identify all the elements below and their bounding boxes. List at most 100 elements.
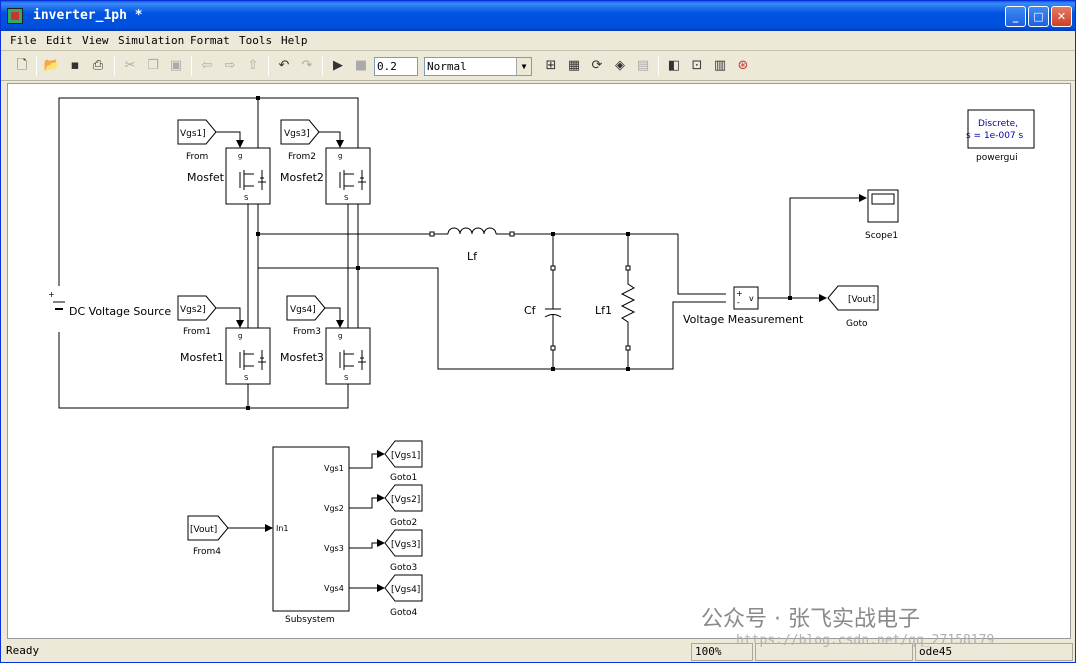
menu-file[interactable]: File [10,34,37,47]
print-icon[interactable]: ⎙ [89,57,107,75]
maximize-button[interactable]: □ [1028,6,1049,27]
menu-edit[interactable]: Edit [46,34,73,47]
svg-text:Vgs3: Vgs3 [324,544,344,553]
minimize-button[interactable]: _ [1005,6,1026,27]
stop-icon[interactable]: ■ [352,57,370,75]
svg-text:Vgs3]: Vgs3] [284,129,310,139]
save-icon[interactable]: ▪ [66,57,84,75]
svg-text:+: + [48,290,55,299]
svg-text:S: S [344,374,349,382]
menu-view[interactable]: View [82,34,109,47]
svg-text:Vgs2]: Vgs2] [180,305,206,315]
svg-text:Goto3: Goto3 [390,563,417,573]
signal-lines [758,194,867,302]
svg-text:Subsystem: Subsystem [285,615,335,625]
sim-mode-select[interactable]: Normal ▼ [424,57,532,76]
menu-tools[interactable]: Tools [239,34,272,47]
chevron-down-icon[interactable]: ▼ [516,58,531,75]
svg-text:Mosfet: Mosfet [187,171,225,184]
run-icon[interactable]: ▶ [329,57,347,75]
stop-time-input[interactable]: 0.2 [374,57,418,76]
svg-text:Vgs4]: Vgs4] [290,305,316,315]
status-text: Ready [6,644,40,657]
svg-text:Mosfet2: Mosfet2 [280,171,324,184]
model-browser-icon[interactable]: ▥ [711,57,729,75]
sim-target-icon[interactable]: ◧ [665,57,683,75]
powergui-block[interactable]: Discrete, s = 1e-007 s powergui [966,109,1035,163]
dc-voltage-source[interactable]: + DC Voltage Source [48,290,171,318]
svg-text:S: S [244,374,249,382]
new-icon[interactable]: 🗋 [13,57,31,75]
close-button[interactable]: ✕ [1051,6,1072,27]
svg-text:Lf: Lf [467,250,478,263]
title-bar[interactable]: inverter_1ph * _ □ ✕ [1,1,1075,31]
svg-text:Goto4: Goto4 [390,608,418,618]
sim-mode-value: Normal [427,60,467,73]
record-icon[interactable]: ⊛ [734,57,752,75]
open-icon[interactable]: 📂 [43,57,61,75]
undo-icon[interactable]: ↶ [275,57,293,75]
goto2-block[interactable]: [Vgs2] Goto2 [384,484,423,528]
svg-text:From1: From1 [183,327,211,337]
app-window: inverter_1ph * _ □ ✕ File Edit View Simu… [0,0,1076,663]
svg-text:g: g [338,332,342,340]
capacitor-cf[interactable]: Cf [524,265,562,351]
copy-icon[interactable]: ❐ [144,57,162,75]
svg-text:Vgs1]: Vgs1] [180,129,206,139]
subsystem-output-lines [349,450,385,592]
svg-text:[Vout]: [Vout] [190,525,217,535]
goto-vout-block[interactable]: [Vout] Goto [827,285,879,329]
menu-simulation[interactable]: Simulation [118,34,184,47]
goto1-block[interactable]: [Vgs1] Goto1 [384,440,423,483]
build-icon[interactable]: ⊞ [542,57,560,75]
svg-text:Discrete,: Discrete, [978,119,1018,129]
model-explorer-icon[interactable]: ◈ [611,57,629,75]
svg-text:Scope1: Scope1 [865,231,898,241]
svg-text:Vgs1: Vgs1 [324,464,344,473]
svg-text:s = 1e-007 s: s = 1e-007 s [966,131,1024,141]
toolbar: 🗋 📂 ▪ ⎙ ✂ ❐ ▣ ⇦ ⇨ ⇧ ↶ ↷ ▶ ■ ⊞ ▦ ⟳ ◈ ▤ ◧ … [1,52,1075,81]
svg-text:Mosfet1: Mosfet1 [180,351,224,364]
svg-text:In1: In1 [276,524,289,533]
svg-text:powergui: powergui [976,153,1018,163]
up-icon[interactable]: ⇧ [244,57,262,75]
resistor-lf1[interactable]: Lf1 [595,265,636,351]
scope1-block[interactable]: Scope1 [865,189,899,241]
from4-block[interactable]: [Vout] From4 [187,515,273,557]
goto3-block[interactable]: [Vgs3] Goto3 [384,529,423,573]
library-icon[interactable]: ▦ [565,57,583,75]
back-icon[interactable]: ⇦ [198,57,216,75]
window-title: inverter_1ph * [33,8,143,23]
redo-icon[interactable]: ↷ [298,57,316,75]
svg-text:Goto1: Goto1 [390,473,417,483]
svg-text:Voltage Measurement: Voltage Measurement [683,313,804,326]
svg-text:v: v [749,294,754,303]
menu-help[interactable]: Help [281,34,308,47]
menu-bar: File Edit View Simulation Format Tools H… [1,31,1075,51]
voltage-measurement-block[interactable]: + - v Voltage Measurement [683,286,804,326]
svg-text:Goto: Goto [846,319,868,329]
debug-icon[interactable]: ▤ [634,57,652,75]
subsystem-block[interactable]: In1 Vgs1 Vgs2 Vgs3 Vgs4 Subsystem [272,446,350,625]
svg-text:Lf1: Lf1 [595,304,612,317]
svg-text:[Vgs3]: [Vgs3] [391,540,420,550]
svg-text:Vgs4: Vgs4 [324,584,344,593]
svg-text:[Vgs1]: [Vgs1] [391,451,420,461]
cut-icon[interactable]: ✂ [121,57,139,75]
power-wires [58,97,726,409]
watermark-url: https://blog.csdn.net/qq_27158179 [736,633,995,648]
inductor-lf[interactable]: Lf [429,227,515,263]
svg-text:[Vgs4]: [Vgs4] [391,585,420,595]
svg-text:g: g [338,152,342,160]
zoom-icon[interactable]: ⊡ [688,57,706,75]
goto4-block[interactable]: [Vgs4] Goto4 [384,574,423,618]
model-canvas[interactable]: + DC Voltage Source g S Mosfet g S Mosfe… [7,83,1071,639]
update-icon[interactable]: ⟳ [588,57,606,75]
svg-text:Mosfet3: Mosfet3 [280,351,324,364]
svg-text:-: - [737,298,740,307]
forward-icon[interactable]: ⇨ [221,57,239,75]
watermark-text: 公众号 · 张飞实战电子 [701,607,920,632]
menu-format[interactable]: Format [190,34,230,47]
simulink-app-icon[interactable] [7,8,23,24]
paste-icon[interactable]: ▣ [167,57,185,75]
